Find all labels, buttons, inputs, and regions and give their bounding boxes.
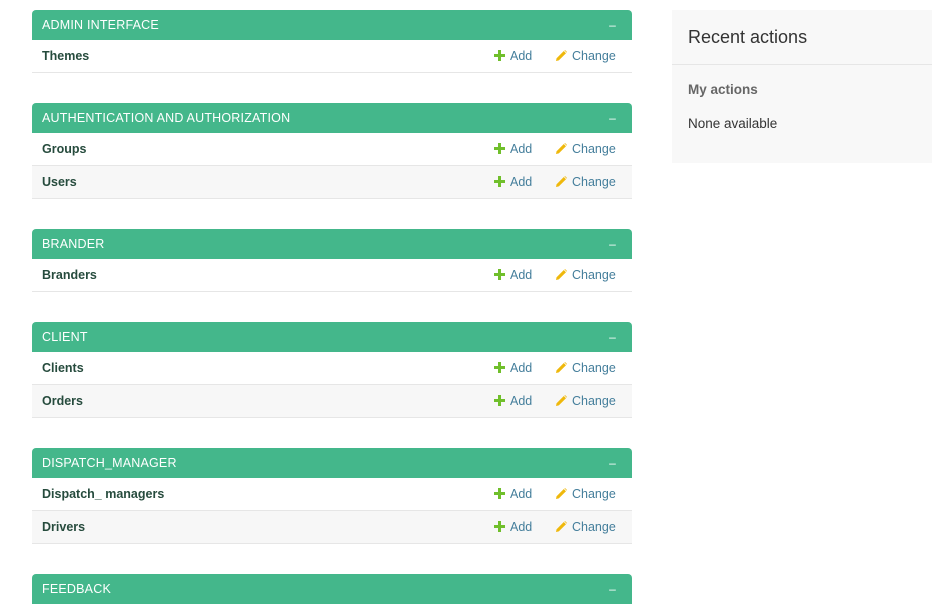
pencil-icon [556, 143, 567, 154]
change-label: Change [572, 175, 616, 189]
module-client: CLIENT – Clients Add Change Orders Add Change [32, 322, 632, 418]
collapse-toggle[interactable]: – [609, 10, 616, 40]
model-row: Dispatch_ managers Add Change [32, 478, 632, 511]
module-header: DISPATCH_MANAGER – [32, 448, 632, 478]
module-feedback: FEEDBACK – [32, 574, 632, 604]
add-label: Add [510, 487, 533, 501]
add-link[interactable]: Add [494, 133, 532, 165]
module-title[interactable]: AUTHENTICATION AND AUTHORIZATION [42, 111, 290, 125]
module-header: AUTHENTICATION AND AUTHORIZATION – [32, 103, 632, 133]
collapse-toggle[interactable]: – [609, 448, 616, 478]
module-header: FEEDBACK – [32, 574, 632, 604]
module-header: BRANDER – [32, 229, 632, 259]
model-row: Orders Add Change [32, 385, 632, 418]
recent-actions-panel: Recent actions My actions None available [672, 10, 932, 163]
module-admin-interface: ADMIN INTERFACE – Themes Add Change [32, 10, 632, 73]
change-link[interactable]: Change [556, 259, 616, 291]
module-title[interactable]: BRANDER [42, 237, 105, 251]
add-link[interactable]: Add [494, 259, 532, 291]
pencil-icon [556, 269, 567, 280]
add-link[interactable]: Add [494, 478, 532, 510]
model-link[interactable]: Drivers [42, 511, 85, 543]
change-link[interactable]: Change [556, 40, 616, 72]
model-row: Groups Add Change [32, 133, 632, 166]
add-link[interactable]: Add [494, 511, 532, 543]
add-link[interactable]: Add [494, 40, 532, 72]
plus-icon [494, 521, 505, 532]
module-title[interactable]: ADMIN INTERFACE [42, 18, 159, 32]
plus-icon [494, 395, 505, 406]
plus-icon [494, 176, 505, 187]
plus-icon [494, 488, 505, 499]
change-link[interactable]: Change [556, 133, 616, 165]
add-link[interactable]: Add [494, 166, 532, 198]
model-link[interactable]: Dispatch_ managers [42, 478, 164, 510]
collapse-toggle[interactable]: – [609, 322, 616, 352]
add-label: Add [510, 361, 533, 375]
model-row: Branders Add Change [32, 259, 632, 292]
add-label: Add [510, 394, 533, 408]
model-link[interactable]: Groups [42, 133, 86, 165]
model-link[interactable]: Orders [42, 385, 83, 417]
model-link[interactable]: Themes [42, 40, 89, 72]
add-link[interactable]: Add [494, 385, 532, 417]
model-row: Users Add Change [32, 166, 632, 199]
pencil-icon [556, 176, 567, 187]
module-authentication-and-authorization: AUTHENTICATION AND AUTHORIZATION – Groups A… [32, 103, 632, 199]
change-link[interactable]: Change [556, 511, 616, 543]
collapse-toggle[interactable]: – [609, 574, 616, 604]
change-link[interactable]: Change [556, 385, 616, 417]
module-dispatch-manager: DISPATCH_MANAGER – Dispatch_ managers Add Ch… [32, 448, 632, 544]
add-link[interactable]: Add [494, 352, 532, 384]
change-label: Change [572, 361, 616, 375]
change-label: Change [572, 268, 616, 282]
no-actions-text: None available [688, 116, 778, 131]
collapse-toggle[interactable]: – [609, 103, 616, 133]
module-header: ADMIN INTERFACE – [32, 10, 632, 40]
model-link[interactable]: Branders [42, 259, 97, 291]
module-header: CLIENT – [32, 322, 632, 352]
module-title[interactable]: DISPATCH_MANAGER [42, 456, 177, 470]
module-title[interactable]: CLIENT [42, 330, 88, 344]
change-link[interactable]: Change [556, 166, 616, 198]
module-title[interactable]: FEEDBACK [42, 582, 111, 596]
admin-index-page: ADMIN INTERFACE – Themes Add Change AUTHENTIC… [0, 0, 942, 605]
pencil-icon [556, 488, 567, 499]
change-label: Change [572, 49, 616, 63]
plus-icon [494, 143, 505, 154]
change-link[interactable]: Change [556, 478, 616, 510]
pencil-icon [556, 395, 567, 406]
module-brander: BRANDER – Branders Add Change [32, 229, 632, 292]
add-label: Add [510, 268, 533, 282]
model-link[interactable]: Clients [42, 352, 84, 384]
add-label: Add [510, 175, 533, 189]
plus-icon [494, 269, 505, 280]
model-row: Drivers Add Change [32, 511, 632, 544]
pencil-icon [556, 50, 567, 61]
change-label: Change [572, 520, 616, 534]
add-label: Add [510, 49, 533, 63]
change-label: Change [572, 394, 616, 408]
add-label: Add [510, 520, 533, 534]
pencil-icon [556, 362, 567, 373]
app-list: ADMIN INTERFACE – Themes Add Change AUTHENTIC… [32, 10, 632, 605]
change-label: Change [572, 487, 616, 501]
pencil-icon [556, 521, 567, 532]
collapse-toggle[interactable]: – [609, 229, 616, 259]
model-row: Clients Add Change [32, 352, 632, 385]
plus-icon [494, 50, 505, 61]
change-link[interactable]: Change [556, 352, 616, 384]
recent-actions-title: Recent actions [672, 10, 932, 65]
model-link[interactable]: Users [42, 166, 77, 198]
model-row: Themes Add Change [32, 40, 632, 73]
plus-icon [494, 362, 505, 373]
my-actions-heading: My actions [688, 82, 758, 97]
add-label: Add [510, 142, 533, 156]
change-label: Change [572, 142, 616, 156]
